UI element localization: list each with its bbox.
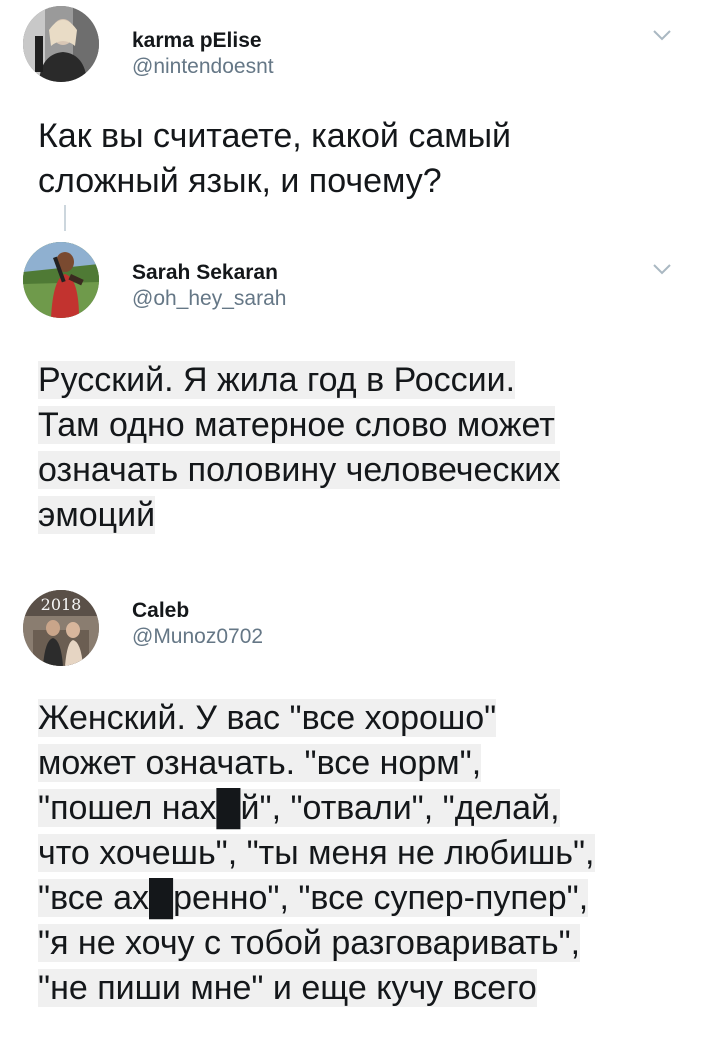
avatar-badge: 2018 <box>41 595 82 614</box>
tweet-text: Женский. У вас "все хорошо" может означа… <box>38 696 595 1011</box>
user-handle[interactable]: @nintendoesnt <box>132 54 274 80</box>
tweet-header: Sarah Sekaran @oh_hey_sarah <box>0 242 720 342</box>
text-run: может означать. "все норм", <box>38 744 482 782</box>
text-run: "не пиши мне" и еще кучу всего <box>38 969 537 1007</box>
user-handle[interactable]: @Munoz0702 <box>132 624 263 650</box>
tweet-text: Как вы считаете, какой самый сложный язы… <box>38 114 511 204</box>
tweet-text-line: "все ах█ренно", "все супер-пупер", <box>38 876 595 921</box>
tweet-text-line: сложный язык, и почему? <box>38 162 442 200</box>
text-run: означать половину человеческих <box>38 451 561 489</box>
avatar-photo-icon <box>23 6 99 82</box>
thread-line <box>64 205 66 231</box>
chevron-down-icon[interactable] <box>652 262 672 276</box>
text-run: Женский. У вас "все хорошо" <box>38 699 497 737</box>
display-name[interactable]: Caleb <box>132 598 263 624</box>
avatar-photo-icon: 2018 <box>23 590 99 666</box>
avatar-photo-icon <box>23 242 99 318</box>
tweet-text-line: Как вы считаете, какой самый <box>38 117 512 155</box>
text-run: "все ах█ренно", "все супер-пупер", <box>38 879 589 917</box>
tweet-text-line: "не пиши мне" и еще кучу всего <box>38 966 595 1011</box>
avatar[interactable] <box>23 6 99 82</box>
tweet-header: 2018 Caleb @Munoz0702 <box>0 590 720 690</box>
tweet-text-line: эмоций <box>38 493 560 538</box>
tweet-text-line: "пошел нах█й", "отвали", "делай, <box>38 786 595 831</box>
tweet-text-line: "я не хочу с тобой разговаривать", <box>38 921 595 966</box>
text-run: "пошел нах█й", "отвали", "делай, <box>38 789 560 827</box>
user-block: karma pElise @nintendoesnt <box>132 28 274 80</box>
display-name[interactable]: karma pElise <box>132 28 274 54</box>
text-run: Русский. Я жила год в России. <box>38 361 516 399</box>
tweet-text-line: Женский. У вас "все хорошо" <box>38 696 595 741</box>
user-block: Sarah Sekaran @oh_hey_sarah <box>132 260 286 312</box>
tweet-text-line: Там одно матерное слово может <box>38 403 560 448</box>
text-run: эмоций <box>38 496 156 534</box>
tweet-text-line: Русский. Я жила год в России. <box>38 358 560 403</box>
text-run: Там одно матерное слово может <box>38 406 555 444</box>
tweet-text-line: что хочешь", "ты меня не любишь", <box>38 831 595 876</box>
tweet-header: karma pElise @nintendoesnt <box>0 6 720 106</box>
chevron-down-icon[interactable] <box>652 28 672 42</box>
avatar[interactable] <box>23 242 99 318</box>
display-name[interactable]: Sarah Sekaran <box>132 260 286 286</box>
avatar[interactable]: 2018 <box>23 590 99 666</box>
tweet-text-line: может означать. "все норм", <box>38 741 595 786</box>
text-run: что хочешь", "ты меня не любишь", <box>38 834 595 872</box>
user-block: Caleb @Munoz0702 <box>132 598 263 650</box>
tweet-text-line: означать половину человеческих <box>38 448 561 493</box>
tweet-text: Русский. Я жила год в России. Там одно м… <box>38 358 561 538</box>
user-handle[interactable]: @oh_hey_sarah <box>132 286 286 312</box>
text-run: "я не хочу с тобой разговаривать", <box>38 924 581 962</box>
